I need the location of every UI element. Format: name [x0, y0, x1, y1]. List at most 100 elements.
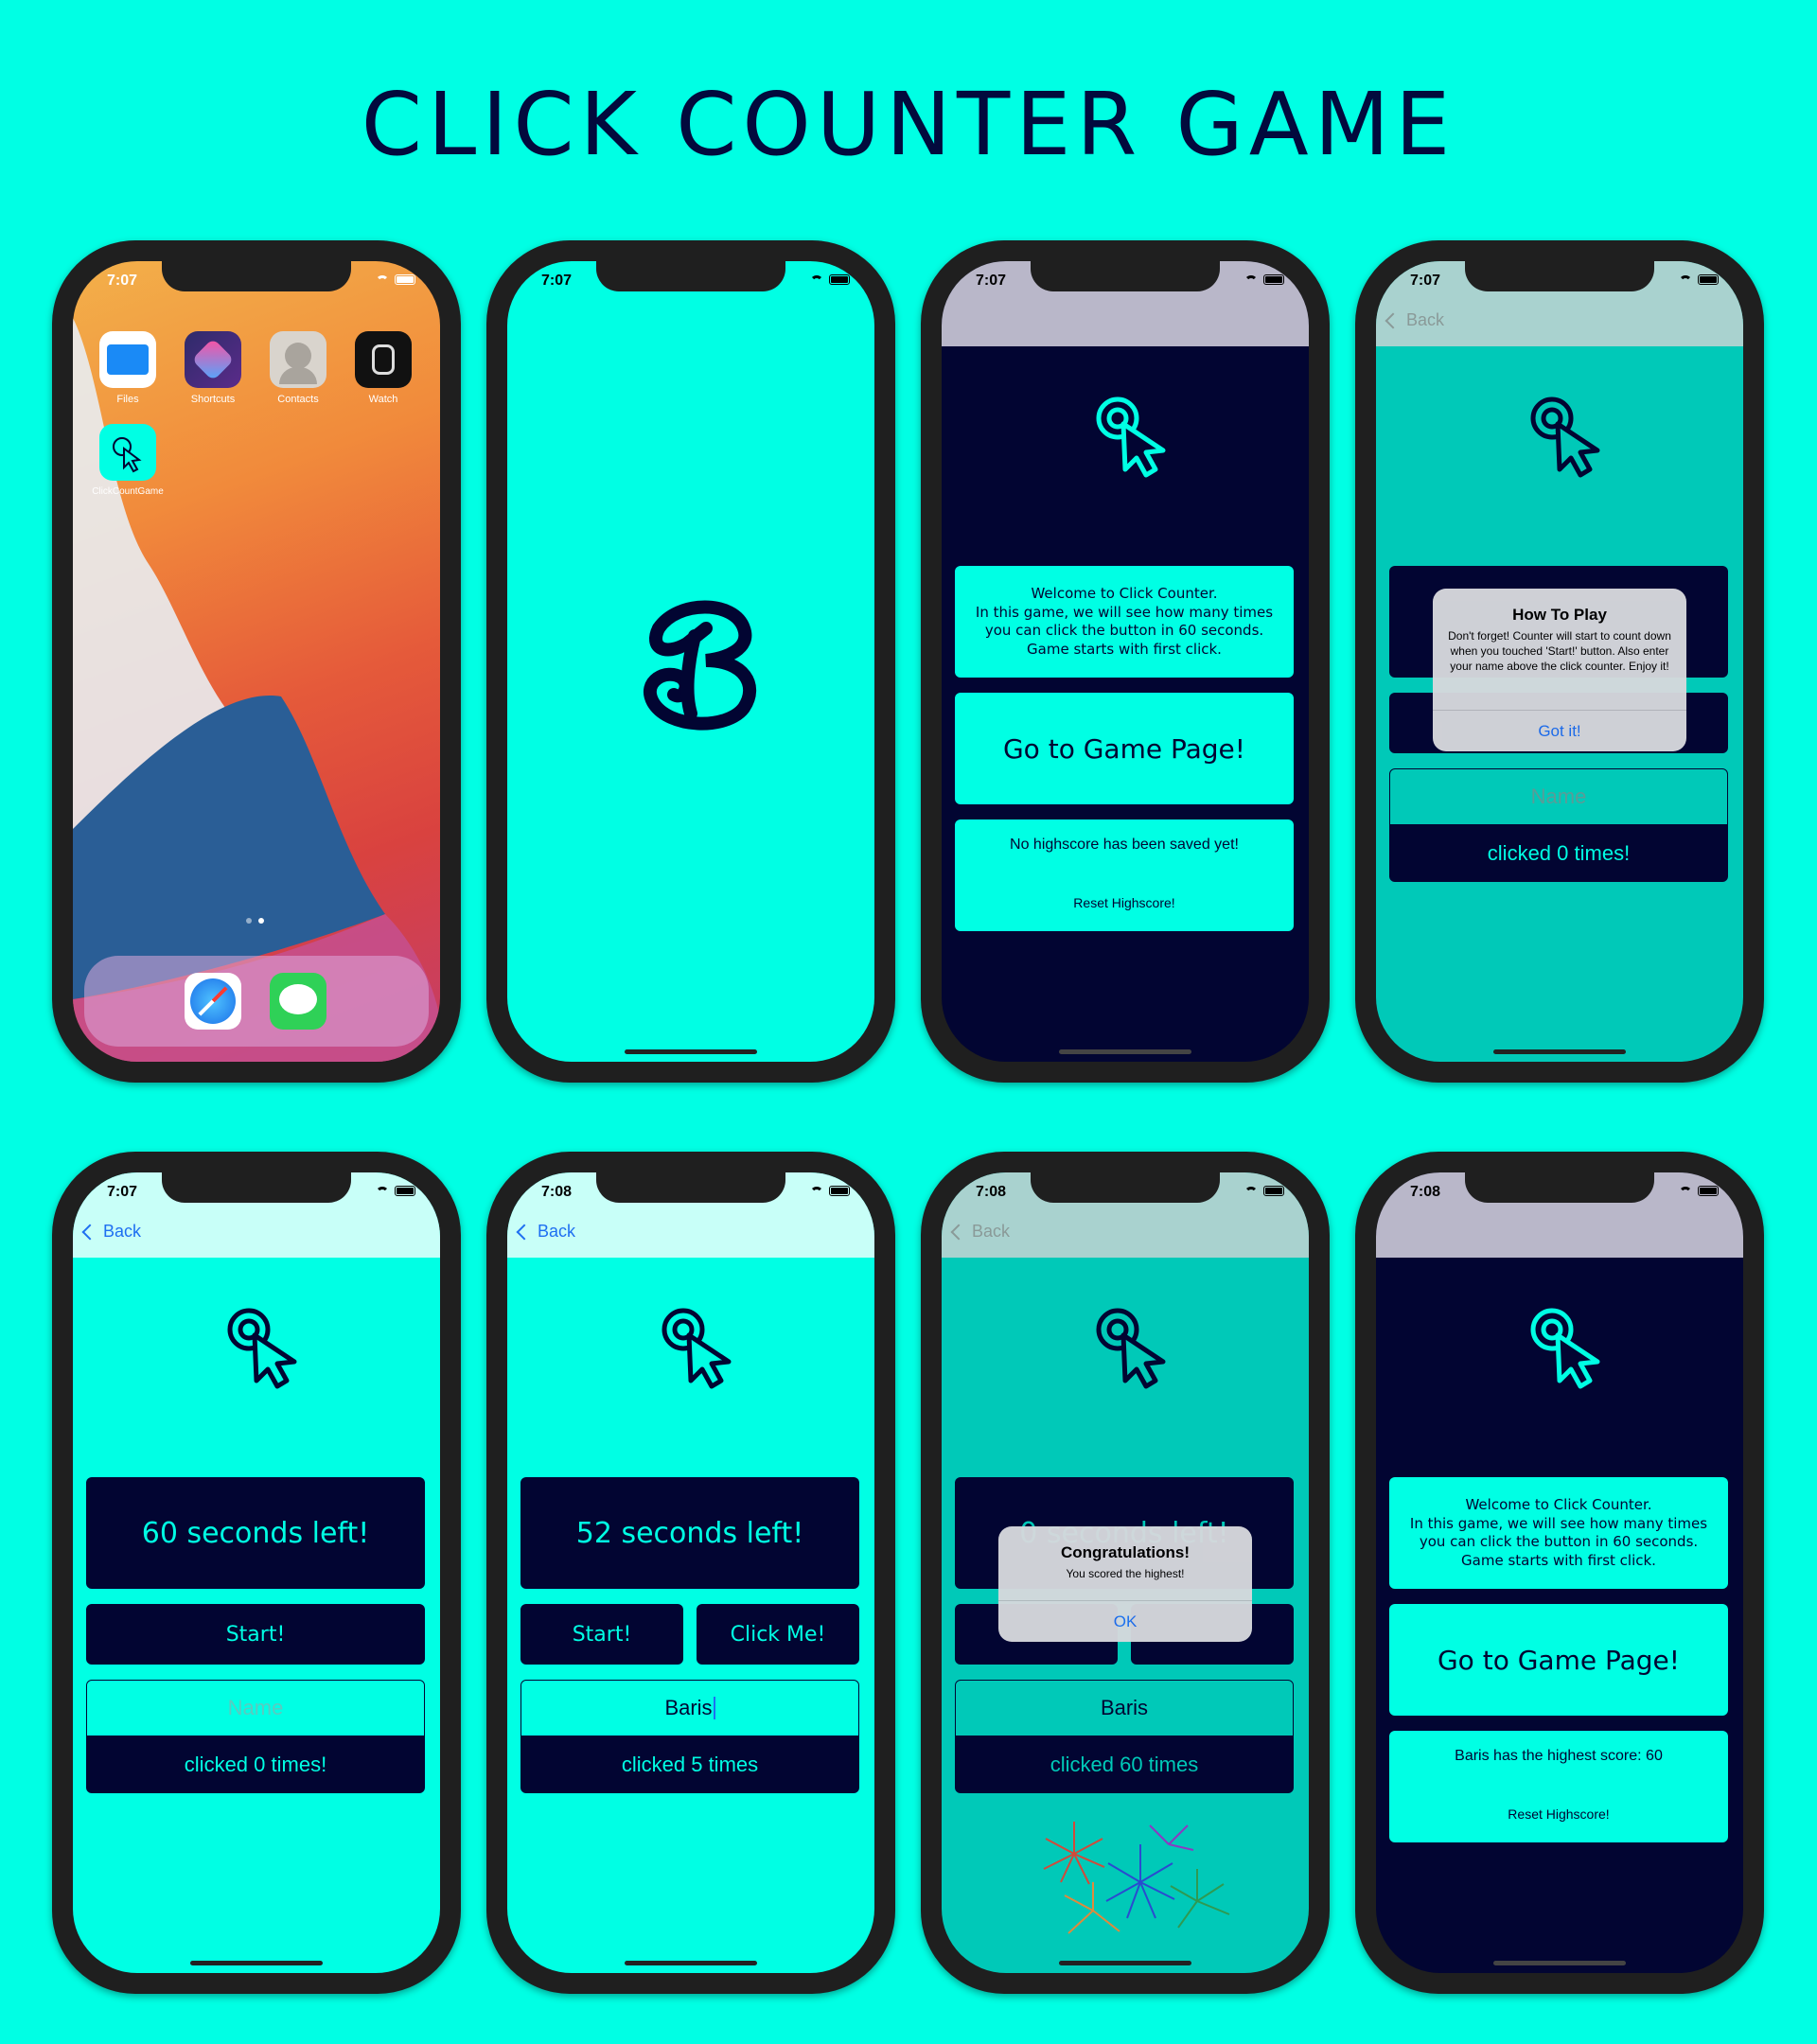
- status-time: 7:07: [976, 273, 1007, 289]
- ok-button[interactable]: OK: [998, 1600, 1252, 1642]
- start-button[interactable]: Start!: [520, 1604, 683, 1665]
- congratulations-alert: Congratulations! You scored the highest!…: [998, 1526, 1252, 1642]
- notch: [1031, 1172, 1220, 1203]
- reset-highscore-button[interactable]: Reset Highscore!: [1389, 1806, 1728, 1822]
- battery-icon: [1698, 1186, 1719, 1196]
- page-dot[interactable]: [246, 918, 252, 924]
- battery-icon: [1698, 274, 1719, 285]
- timer-label: 60 seconds left!: [86, 1477, 425, 1589]
- game-screen: Back 7:08 52 seconds left! Start! Click …: [507, 1172, 874, 1973]
- files-app-icon[interactable]: [99, 331, 156, 388]
- welcome-message: Welcome to Click Counter. In this game, …: [1389, 1477, 1728, 1589]
- chevron-left-icon: [1385, 312, 1402, 328]
- status-icons: [1679, 1186, 1719, 1196]
- back-label: Back: [538, 1222, 576, 1241]
- chevron-left-icon: [81, 1224, 98, 1240]
- contacts-app-label: Contacts: [277, 394, 319, 405]
- chevron-left-icon: [516, 1224, 533, 1240]
- home-indicator: [625, 1049, 757, 1054]
- alert-title: How To Play: [1512, 606, 1607, 624]
- battery-icon: [829, 1186, 850, 1196]
- back-button[interactable]: Back: [516, 1222, 576, 1242]
- status-time: 7:07: [107, 1184, 138, 1200]
- got-it-button[interactable]: Got it!: [1433, 710, 1686, 751]
- alert-message: Don't forget! Counter will start to coun…: [1448, 629, 1671, 674]
- name-input[interactable]: Name: [1389, 768, 1728, 825]
- notch: [162, 1172, 351, 1203]
- watch-app-icon[interactable]: [355, 331, 412, 388]
- text-cursor: [713, 1697, 715, 1719]
- home-screen: 7:07 Files Shortcuts Contacts Watch Clic…: [73, 261, 440, 1062]
- battery-icon: [395, 1186, 415, 1196]
- back-button[interactable]: Back: [950, 1222, 1010, 1242]
- back-button[interactable]: Back: [81, 1222, 142, 1242]
- notch: [596, 1172, 785, 1203]
- phone-welcome: 7:07 Welcome to Click Counter. In this g…: [921, 240, 1330, 1083]
- contacts-app-icon[interactable]: [270, 331, 326, 388]
- wifi-icon: [810, 1186, 823, 1196]
- how-to-play-alert: How To Play Don't forget! Counter will s…: [1433, 589, 1686, 751]
- welcome-screen: 7:08 Welcome to Click Counter. In this g…: [1376, 1172, 1743, 1973]
- cursor-icon: [113, 437, 142, 473]
- click-cursor-icon: [1530, 396, 1600, 478]
- highscore-panel: No highscore has been saved yet! Reset H…: [955, 819, 1294, 931]
- phone-splash: 7:07: [486, 240, 895, 1083]
- status-time: 7:07: [1410, 273, 1441, 289]
- go-to-game-button[interactable]: Go to Game Page!: [955, 693, 1294, 804]
- status-time: 7:08: [976, 1184, 1007, 1200]
- safari-icon[interactable]: [185, 973, 241, 1030]
- clickcountgame-app-label: ClickCountGame: [92, 486, 164, 497]
- shortcuts-app-icon[interactable]: [185, 331, 241, 388]
- highscore-panel: Baris has the highest score: 60 Reset Hi…: [1389, 1731, 1728, 1842]
- status-time: 7:08: [541, 1184, 573, 1200]
- welcome-screen: 7:07 Welcome to Click Counter. In this g…: [942, 261, 1309, 1062]
- phone-game-playing: Back 7:08 52 seconds left! Start! Click …: [486, 1152, 895, 1994]
- status-icons: [810, 274, 850, 285]
- wifi-icon: [1244, 274, 1258, 285]
- messages-icon[interactable]: [270, 973, 326, 1030]
- start-button[interactable]: Start!: [86, 1604, 425, 1665]
- notch: [162, 261, 351, 291]
- reset-highscore-button[interactable]: Reset Highscore!: [955, 895, 1294, 910]
- status-icons: [1244, 1186, 1284, 1196]
- name-input[interactable]: Baris: [520, 1680, 859, 1736]
- fireworks-image: [1043, 1822, 1230, 1934]
- status-icons: [810, 1186, 850, 1196]
- page-dot-active[interactable]: [258, 918, 264, 924]
- notch: [596, 261, 785, 291]
- click-cursor-icon: [227, 1308, 297, 1389]
- game-screen: Back 7:08 0 seconds left! Baris clicked …: [942, 1172, 1309, 1973]
- back-label: Back: [103, 1222, 142, 1241]
- chevron-left-icon: [950, 1224, 967, 1240]
- click-count-label: clicked 60 times: [955, 1736, 1294, 1793]
- notch: [1465, 1172, 1654, 1203]
- battery-icon: [1263, 1186, 1284, 1196]
- home-indicator: [1059, 1961, 1191, 1965]
- name-input[interactable]: Baris: [955, 1680, 1294, 1736]
- click-count-label: clicked 0 times!: [86, 1736, 425, 1793]
- welcome-message: Welcome to Click Counter. In this game, …: [955, 566, 1294, 678]
- name-input[interactable]: Name: [86, 1680, 425, 1736]
- howto-screen: Back 7:07 Name clicked 0 times! How To P…: [1376, 261, 1743, 1062]
- battery-icon: [1263, 274, 1284, 285]
- back-label: Back: [1406, 310, 1445, 329]
- highscore-text: Baris has the highest score: 60: [1455, 1748, 1663, 1764]
- phone-game-over: Back 7:08 0 seconds left! Baris clicked …: [921, 1152, 1330, 1994]
- phone-home: 7:07 Files Shortcuts Contacts Watch Clic…: [52, 240, 461, 1083]
- status-icons: [1679, 274, 1719, 285]
- click-count-label: clicked 5 times: [520, 1736, 859, 1793]
- click-me-button[interactable]: Click Me!: [697, 1604, 859, 1665]
- shortcuts-app-label: Shortcuts: [190, 394, 236, 405]
- click-cursor-icon: [1096, 1308, 1166, 1389]
- game-screen: Back 7:07 60 seconds left! Start! Name c…: [73, 1172, 440, 1973]
- wifi-icon: [1244, 1186, 1258, 1196]
- page-title: CLICK COUNTER GAME: [361, 74, 1456, 175]
- status-time: 7:07: [107, 273, 138, 289]
- back-button[interactable]: Back: [1385, 310, 1445, 330]
- click-cursor-icon: [1530, 1308, 1600, 1389]
- home-indicator: [625, 1961, 757, 1965]
- go-to-game-button[interactable]: Go to Game Page!: [1389, 1604, 1728, 1716]
- status-icons: [376, 1186, 415, 1196]
- clickcountgame-app-icon[interactable]: [99, 424, 156, 481]
- click-cursor-icon: [1096, 396, 1166, 478]
